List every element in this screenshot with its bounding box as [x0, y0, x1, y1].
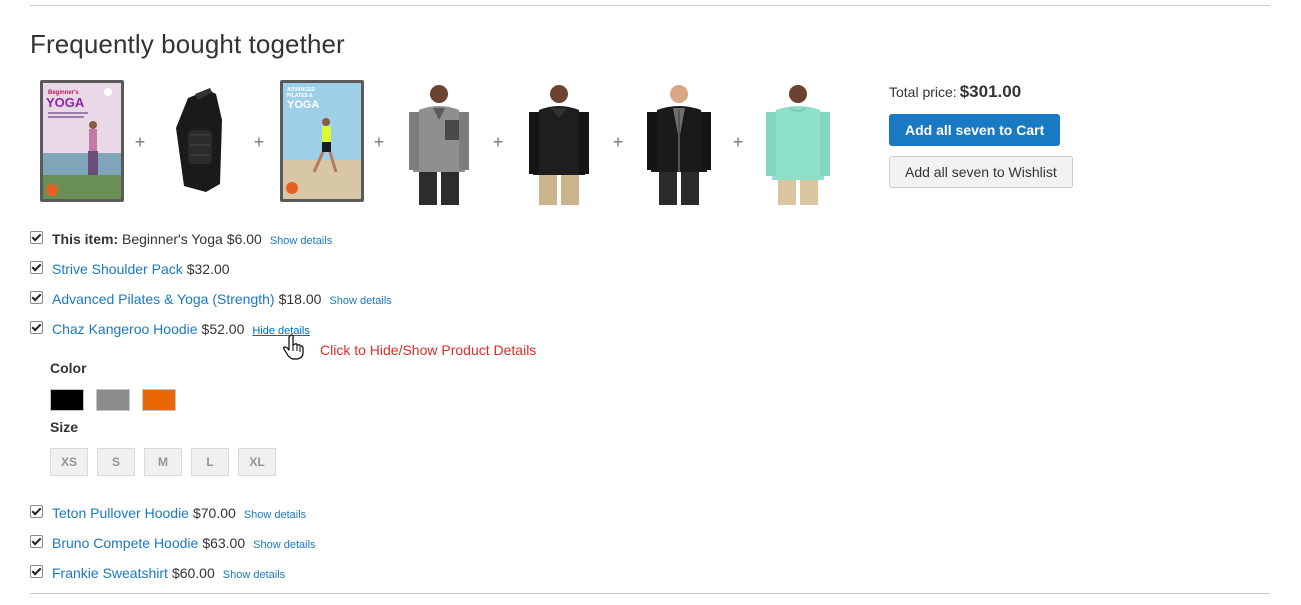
this-item-label: This item:: [52, 231, 119, 247]
item-name-link[interactable]: Chaz Kangeroo Hoodie: [52, 321, 198, 337]
color-swatch-black[interactable]: [50, 389, 84, 411]
total-price-amount: $301.00: [959, 82, 1022, 101]
bundle-item: Frankie Sweatshirt $60.00 Show details: [30, 563, 285, 583]
item-checkbox[interactable]: [30, 505, 43, 518]
item-name-link[interactable]: Advanced Pilates & Yoga (Strength): [52, 291, 275, 307]
size-option-xs[interactable]: XS: [50, 448, 88, 476]
annotation-note: Click to Hide/Show Product Details: [320, 342, 537, 358]
thumb-strive-shoulder-pack[interactable]: [150, 80, 250, 205]
item-checkbox[interactable]: [30, 565, 43, 578]
item-name-link[interactable]: Bruno Compete Hoodie: [52, 535, 198, 551]
show-details-link[interactable]: Show details: [223, 569, 285, 581]
item-price: $6.00: [226, 231, 262, 247]
item-price: $18.00: [278, 291, 322, 307]
bundle-item: Advanced Pilates & Yoga (Strength) $18.00…: [30, 289, 392, 309]
item-checkbox[interactable]: [30, 321, 43, 334]
thumb-advanced-pilates-yoga[interactable]: ADVANCED PILATES & YOGA: [270, 80, 370, 205]
bottom-divider: [30, 593, 1270, 594]
item-checkbox[interactable]: [30, 261, 43, 274]
plus-sign: +: [253, 132, 265, 152]
thumb-teton-pullover-hoodie[interactable]: [509, 80, 609, 205]
svg-text:YOGA: YOGA: [46, 95, 85, 110]
total-price: Total price: $301.00: [889, 82, 1149, 102]
item-checkbox[interactable]: [30, 291, 43, 304]
size-label: Size: [50, 419, 79, 435]
item-checkbox[interactable]: [30, 231, 43, 244]
bundle-item: Chaz Kangeroo Hoodie $52.00 Hide details: [30, 319, 310, 339]
color-label: Color: [50, 360, 87, 376]
bundle-summary: Total price: $301.00 Add all seven to Car…: [889, 82, 1149, 188]
top-divider: [30, 5, 1270, 6]
plus-sign: +: [732, 132, 744, 152]
item-name-link[interactable]: Frankie Sweatshirt: [52, 565, 168, 581]
plus-sign: +: [612, 132, 624, 152]
show-details-link[interactable]: Show details: [329, 295, 391, 307]
total-price-label: Total price:: [889, 84, 957, 100]
show-details-link[interactable]: Show details: [253, 539, 315, 551]
plus-sign: +: [373, 132, 385, 152]
bundle-item: Bruno Compete Hoodie $63.00 Show details: [30, 533, 316, 553]
color-swatch-gray[interactable]: [96, 389, 130, 411]
thumb-beginners-yoga[interactable]: Beginner's YOGA: [30, 80, 130, 205]
bundle-item: Strive Shoulder Pack $32.00: [30, 259, 230, 279]
thumb-chaz-kangeroo-hoodie[interactable]: [389, 80, 489, 205]
item-price: $70.00: [192, 505, 236, 521]
size-option-s[interactable]: S: [97, 448, 135, 476]
item-price: $60.00: [171, 565, 215, 581]
hand-cursor-icon: [283, 334, 304, 360]
item-name: Beginner's Yoga: [122, 231, 223, 247]
item-price: $32.00: [186, 261, 230, 277]
size-option-l[interactable]: L: [191, 448, 229, 476]
item-price: $52.00: [201, 321, 245, 337]
plus-sign: +: [134, 132, 146, 152]
item-checkbox[interactable]: [30, 535, 43, 548]
add-all-to-wishlist-button[interactable]: Add all seven to Wishlist: [889, 156, 1073, 188]
bundle-item: This item: Beginner's Yoga $6.00 Show deta…: [30, 229, 332, 249]
show-details-link[interactable]: Show details: [270, 235, 332, 247]
size-option-xl[interactable]: XL: [238, 448, 276, 476]
svg-text:YOGA: YOGA: [287, 99, 319, 111]
plus-sign: +: [492, 132, 504, 152]
color-swatch-orange[interactable]: [142, 389, 176, 411]
item-name-link[interactable]: Strive Shoulder Pack: [52, 261, 183, 277]
show-details-link[interactable]: Show details: [244, 509, 306, 521]
section-title: Frequently bought together: [30, 29, 345, 59]
thumb-frankie-sweatshirt[interactable]: [748, 80, 848, 205]
thumb-bruno-compete-hoodie[interactable]: [629, 80, 729, 205]
item-price: $63.00: [202, 535, 246, 551]
size-option-m[interactable]: M: [144, 448, 182, 476]
item-name-link[interactable]: Teton Pullover Hoodie: [52, 505, 189, 521]
bundle-item: Teton Pullover Hoodie $70.00 Show details: [30, 503, 306, 523]
add-all-to-cart-button[interactable]: Add all seven to Cart: [889, 114, 1061, 146]
